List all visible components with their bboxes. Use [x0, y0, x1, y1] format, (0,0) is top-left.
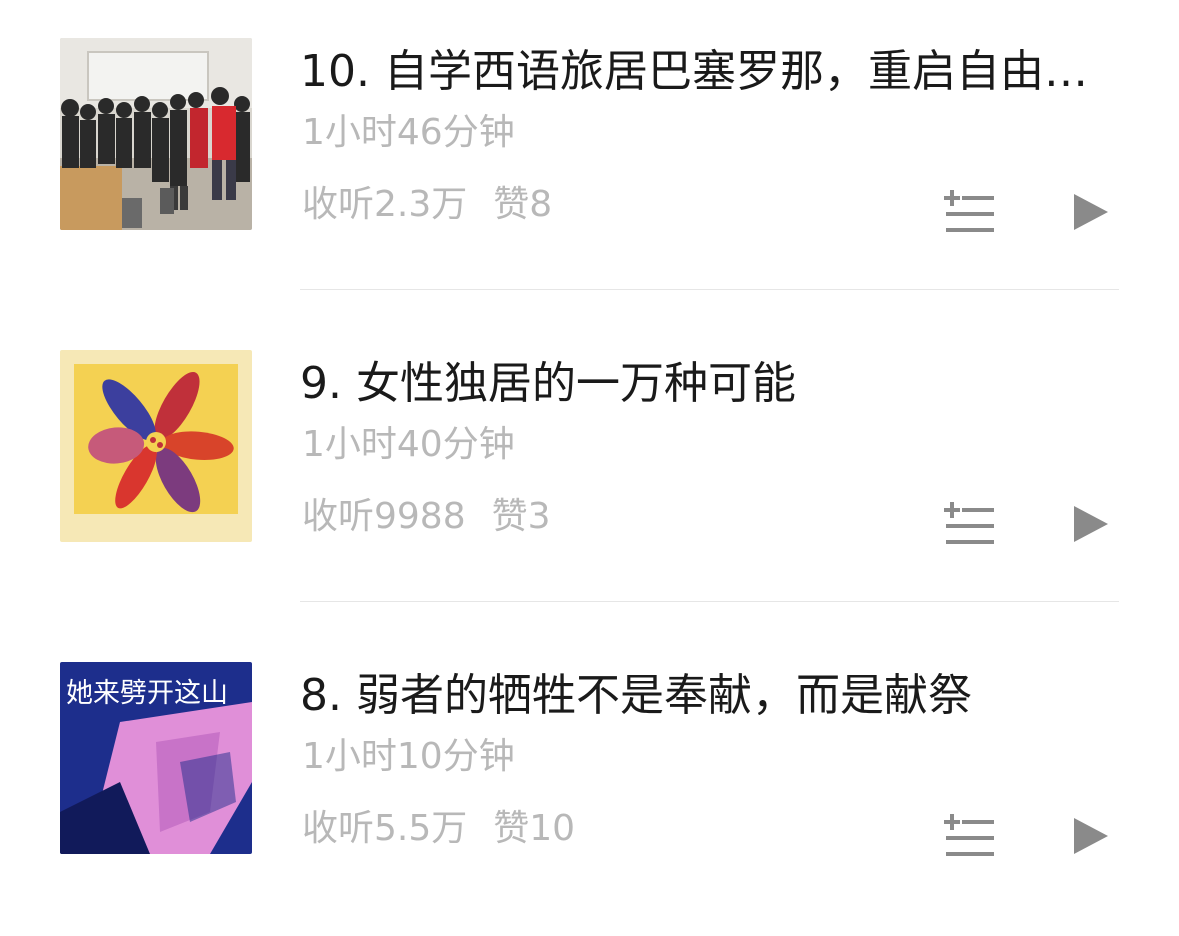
like-count: 赞10 [493, 808, 576, 849]
episode-title[interactable]: 10. 自学西语旅居巴塞罗那，重启自由人生 [300, 44, 1090, 100]
episode-duration: 1小时10分钟 [302, 736, 515, 777]
episode-cover [60, 38, 252, 230]
add-to-playlist-button[interactable] [942, 812, 996, 858]
like-count: 赞8 [493, 184, 553, 225]
episode-duration: 1小时46分钟 [302, 112, 515, 153]
episode-item[interactable]: 10. 自学西语旅居巴塞罗那，重启自由人生 1小时46分钟 收听2.3万 赞8 [0, 0, 1179, 312]
episode-stats: 收听2.3万 赞8 [302, 182, 552, 228]
add-to-playlist-icon [944, 190, 994, 232]
episode-duration: 1小时40分钟 [302, 424, 515, 465]
play-button[interactable] [1068, 814, 1112, 858]
play-icon [1074, 818, 1108, 854]
cover-title: 她来劈开这山 [66, 678, 228, 709]
painted-flower-icon [60, 350, 252, 542]
episode-title[interactable]: 8. 弱者的牺牲不是奉献，而是献祭 [300, 668, 1090, 724]
play-button[interactable] [1068, 190, 1112, 234]
episode-cover: 她来劈开这山 [60, 662, 252, 854]
divider [300, 601, 1119, 602]
play-icon [1074, 506, 1108, 542]
add-to-playlist-button[interactable] [942, 500, 996, 546]
episode-title[interactable]: 9. 女性独居的一万种可能 [300, 356, 1090, 412]
episode-item[interactable]: 她来劈开这山 8. 弱者的牺牲不是奉献，而是献祭 1小时10分钟 收听5.5万赞… [0, 624, 1179, 936]
episode-item[interactable]: 9. 女性独居的一万种可能 1小时40分钟 收听9988 赞3 [0, 312, 1179, 624]
add-to-playlist-icon [944, 814, 994, 856]
like-count: 赞3 [491, 496, 551, 537]
add-to-playlist-button[interactable] [942, 188, 996, 234]
classroom-group-photo-icon [60, 38, 252, 230]
blue-pink-poster-icon: 她来劈开这山 [60, 662, 252, 854]
listen-count: 收听9988 [302, 496, 466, 537]
play-button[interactable] [1068, 502, 1112, 546]
episode-cover [60, 350, 252, 542]
listen-count: 收听2.3万 [302, 184, 468, 225]
episode-stats: 收听5.5万 赞10 [302, 806, 575, 852]
listen-count: 收听5.5万 [302, 808, 468, 849]
add-to-playlist-icon [944, 502, 994, 544]
play-icon [1074, 194, 1108, 230]
divider [300, 289, 1119, 290]
episode-stats: 收听9988 赞3 [302, 494, 551, 540]
